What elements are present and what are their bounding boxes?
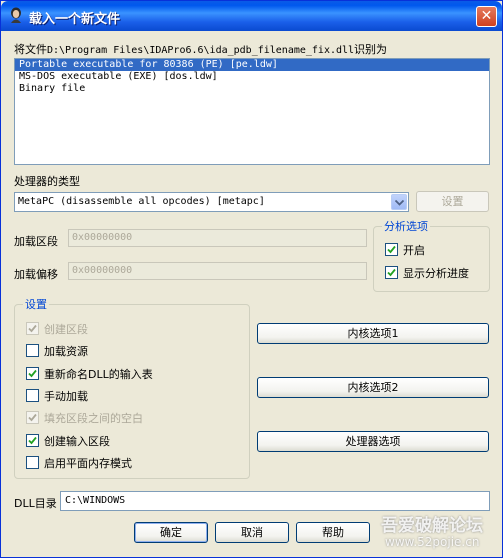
title-bar[interactable]: 载入一个新文件 ✕ (1, 1, 502, 31)
load-offset-field[interactable]: 0x00000000 (68, 262, 367, 280)
checkbox-label: 创建区段 (44, 323, 88, 336)
chevron-down-icon[interactable] (391, 194, 407, 210)
close-button[interactable]: ✕ (476, 6, 497, 27)
checkbox (26, 322, 39, 335)
processor-settings-button[interactable]: 设置 (416, 191, 489, 212)
load-offset-label: 加载偏移 (14, 268, 58, 281)
processor-type-label: 处理器的类型 (14, 175, 80, 188)
file-prompt-suffix: 识别为 (354, 43, 388, 56)
load-file-dialog: 载入一个新文件 ✕ 将文件D:\Program Files\IDAPro6.6\… (0, 0, 503, 558)
watermark-url: www.52pojie.cn (385, 535, 480, 549)
file-type-item[interactable]: Binary file (15, 83, 489, 95)
checkbox[interactable] (26, 433, 39, 447)
watermark-title: 吾爱破解论坛 (381, 516, 483, 536)
checkbox[interactable] (26, 388, 39, 402)
settings-title: 设置 (23, 296, 49, 312)
checkbox (26, 411, 39, 425)
processor-options-button[interactable]: 处理器选项 (257, 431, 489, 452)
window-title: 载入一个新文件 (29, 12, 121, 27)
ok-button[interactable]: 确定 (134, 522, 208, 543)
checkbox-label: 启用平面内存模式 (44, 456, 132, 470)
processor-type-value: MetaPC (disassemble all opcodes) [metapc… (18, 196, 265, 207)
dll-directory-label: DLL目录 (14, 497, 57, 510)
load-segment-label: 加载区段 (14, 235, 58, 248)
processor-type-select[interactable]: MetaPC (disassemble all opcodes) [metapc… (14, 192, 409, 212)
file-type-list[interactable]: Portable executable for 80386 (PE) [pe.l… (14, 58, 490, 165)
file-path: D:\Program Files\IDAPro6.6\ida_pdb_filen… (47, 45, 355, 56)
checkbox-label: 加载资源 (44, 345, 88, 359)
load-segment-field[interactable]: 0x00000000 (68, 229, 367, 247)
checkbox[interactable] (26, 344, 39, 358)
file-type-item[interactable]: Portable executable for 80386 (PE) [pe.l… (15, 59, 489, 71)
checkbox-label: 显示分析进度 (403, 267, 469, 280)
checkbox-label: 手动加载 (44, 389, 88, 403)
file-type-item[interactable]: MS-DOS executable (EXE) [dos.ldw] (15, 71, 489, 83)
kernel-options-1-button[interactable]: 内核选项1 (257, 323, 489, 344)
help-button[interactable]: 帮助 (296, 522, 370, 543)
checkbox[interactable] (26, 366, 39, 380)
dll-directory-input[interactable]: C:\WINDOWS (60, 491, 490, 511)
analysis-options-title: 分析选项 (382, 218, 430, 234)
checkbox[interactable] (26, 455, 39, 469)
checkbox[interactable] (385, 266, 398, 279)
analysis-options-group (373, 226, 490, 292)
kernel-options-2-button[interactable]: 内核选项2 (257, 377, 489, 398)
cancel-button[interactable]: 取消 (215, 522, 289, 543)
file-prompt: 将文件D:\Program Files\IDAPro6.6\ida_pdb_fi… (14, 41, 387, 57)
ida-icon (11, 7, 21, 23)
file-prompt-prefix: 将文件 (14, 43, 47, 56)
checkbox-label: 开启 (403, 244, 425, 257)
checkbox-label: 创建输入区段 (44, 434, 110, 448)
checkbox-label: 填充区段之间的空白 (44, 412, 143, 426)
checkbox[interactable] (385, 243, 398, 256)
checkbox-label: 重新命名DLL的输入表 (44, 367, 153, 381)
